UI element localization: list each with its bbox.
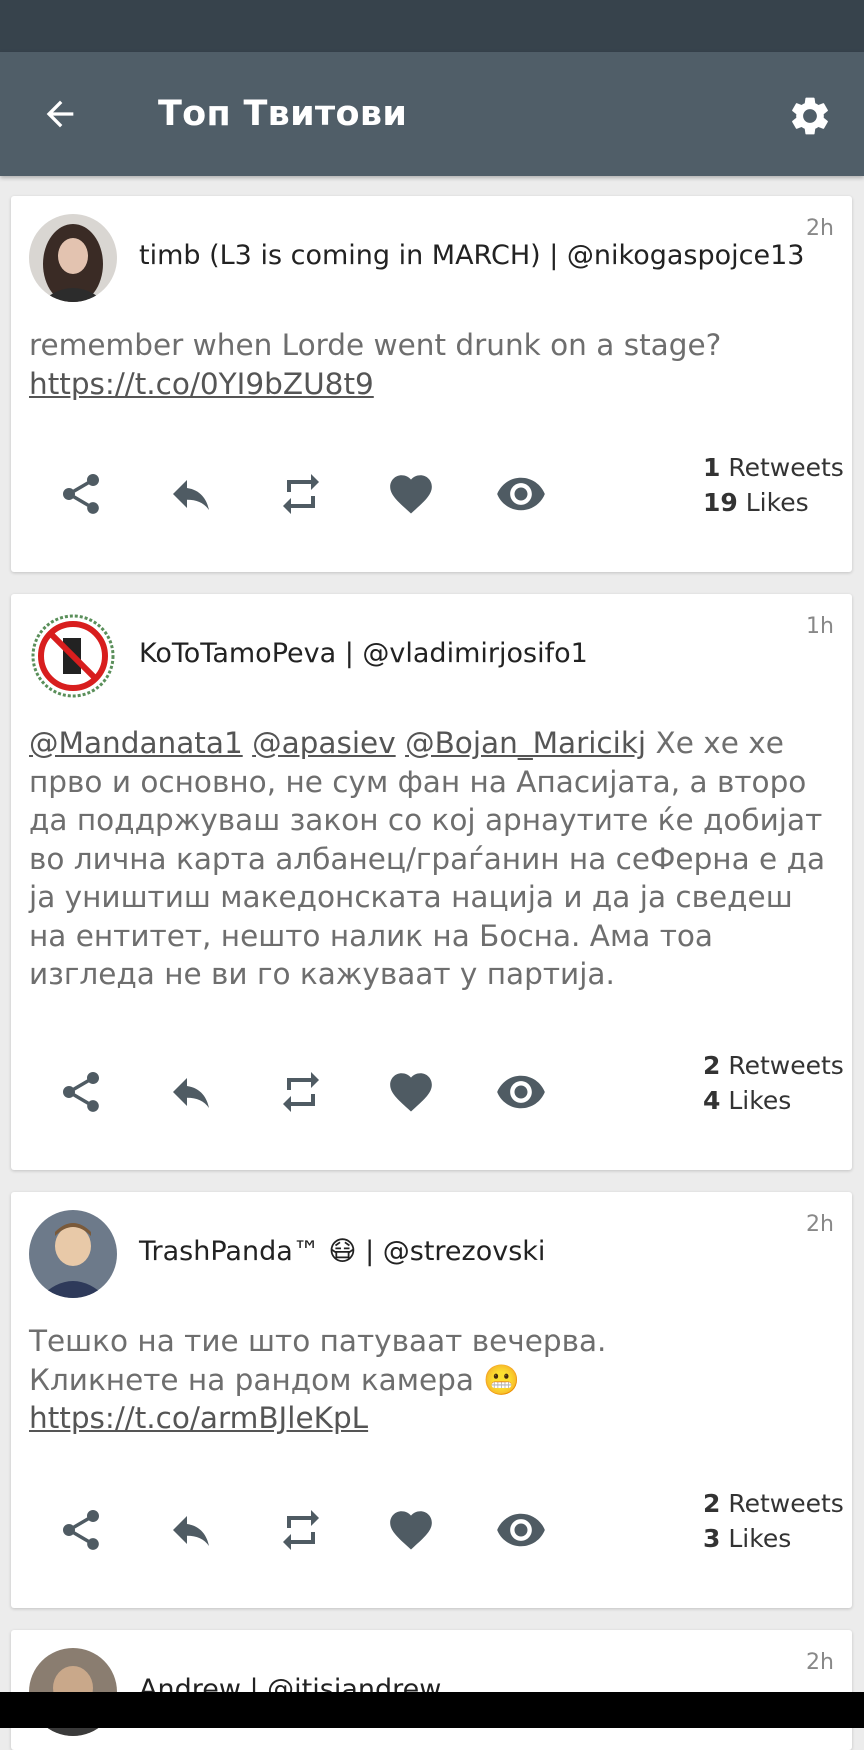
retweet-count: 2 [703, 1489, 721, 1518]
tweet-time: 2h [806, 1212, 834, 1237]
share-icon [63, 1072, 99, 1112]
retweet-count: 1 [703, 453, 721, 482]
tweet-link[interactable]: https://t.co/0YI9bZU8t9 [29, 367, 374, 401]
status-bar [0, 0, 864, 52]
avatar[interactable] [29, 1210, 117, 1298]
tweet-author[interactable]: TrashPanda™ 😷 | @strezovski [139, 1236, 545, 1267]
share-button[interactable] [51, 1062, 111, 1122]
share-icon [63, 1510, 99, 1550]
tweet-stats: 2 Retweets 3 Likes [703, 1486, 844, 1556]
view-button[interactable] [491, 464, 551, 524]
gear-icon [792, 97, 828, 135]
tweet-author[interactable]: timb (L3 is coming in MARCH) | @nikogasp… [139, 240, 804, 271]
heart-icon [390, 1511, 432, 1550]
navigation-bar [0, 1692, 864, 1728]
eye-icon [497, 1513, 545, 1547]
retweet-icon [283, 474, 319, 514]
tweet-stats: 1 Retweets 19 Likes [703, 450, 844, 520]
retweet-icon [283, 1510, 319, 1550]
tweet-text: remember when Lorde went drunk on a stag… [29, 326, 829, 403]
share-button[interactable] [51, 464, 111, 524]
eye-icon [497, 477, 545, 511]
like-count: 3 [703, 1524, 721, 1553]
tweet-text-body: Хе хе хе прво и основно, не сум фан на А… [29, 726, 826, 991]
arrow-back-icon [46, 100, 74, 128]
retweet-button[interactable] [271, 1500, 331, 1560]
retweet-count: 2 [703, 1051, 721, 1080]
like-count: 4 [703, 1086, 721, 1115]
reply-button[interactable] [161, 1500, 221, 1560]
share-icon [63, 474, 99, 514]
tweet-card[interactable]: KoToTamoPeva | @vladimirjosifo1 1h @Mand… [11, 594, 852, 1170]
like-button[interactable] [381, 1500, 441, 1560]
heart-icon [390, 475, 432, 514]
reply-button[interactable] [161, 1062, 221, 1122]
retweets-label: Retweets [728, 1489, 844, 1518]
retweets-label: Retweets [728, 453, 844, 482]
like-button[interactable] [381, 464, 441, 524]
avatar[interactable] [29, 612, 117, 700]
eye-icon [497, 1075, 545, 1109]
tweet-time: 2h [806, 1650, 834, 1675]
view-button[interactable] [491, 1062, 551, 1122]
likes-label: Likes [745, 488, 809, 517]
tweet-card[interactable]: TrashPanda™ 😷 | @strezovski 2h Тешко на … [11, 1192, 852, 1608]
mention-link[interactable]: @Bojan_Maricikj [405, 726, 646, 760]
heart-icon [390, 1073, 432, 1112]
tweet-time: 1h [806, 614, 834, 639]
tweet-actions [39, 464, 599, 524]
tweet-actions [39, 1062, 599, 1122]
likes-label: Likes [728, 1086, 792, 1115]
reply-icon [173, 1516, 209, 1546]
avatar[interactable] [29, 214, 117, 302]
reply-button[interactable] [161, 464, 221, 524]
likes-label: Likes [728, 1524, 792, 1553]
tweet-card[interactable]: timb (L3 is coming in MARCH) | @nikogasp… [11, 196, 852, 572]
page-title: Топ Твитови [158, 94, 408, 134]
tweet-text-line: remember when Lorde went drunk on a stag… [29, 328, 722, 362]
tweet-stats: 2 Retweets 4 Likes [703, 1048, 844, 1118]
retweet-button[interactable] [271, 1062, 331, 1122]
retweet-icon [283, 1072, 319, 1112]
tweet-text: @Mandanata1 @apasiev @Bojan_Maricikj Хе … [29, 724, 829, 994]
tweet-actions [39, 1500, 599, 1560]
tweet-author[interactable]: KoToTamoPeva | @vladimirjosifo1 [139, 638, 588, 669]
like-button[interactable] [381, 1062, 441, 1122]
tweet-time: 2h [806, 216, 834, 241]
reply-icon [173, 480, 209, 510]
retweet-button[interactable] [271, 464, 331, 524]
mention-link[interactable]: @Mandanata1 [29, 726, 243, 760]
mention-link[interactable]: @apasiev [252, 726, 396, 760]
retweets-label: Retweets [728, 1051, 844, 1080]
app-bar: Топ Твитови [0, 52, 864, 176]
like-count: 19 [703, 488, 738, 517]
settings-button[interactable] [782, 88, 838, 144]
reply-icon [173, 1078, 209, 1108]
back-button[interactable] [28, 82, 92, 146]
tweet-text-line: Кликнете на рандом камера 😬 [29, 1362, 521, 1397]
view-button[interactable] [491, 1500, 551, 1560]
tweet-link[interactable]: https://t.co/armBJleKpL [29, 1401, 368, 1435]
share-button[interactable] [51, 1500, 111, 1560]
tweet-text-line: Тешко на тие што патуваат вечерва. [29, 1324, 607, 1358]
tweet-text: Тешко на тие што патуваат вечерва. Кликн… [29, 1322, 829, 1438]
tweet-card[interactable]: Andrew | @itisjandrew 2h [11, 1630, 852, 1750]
